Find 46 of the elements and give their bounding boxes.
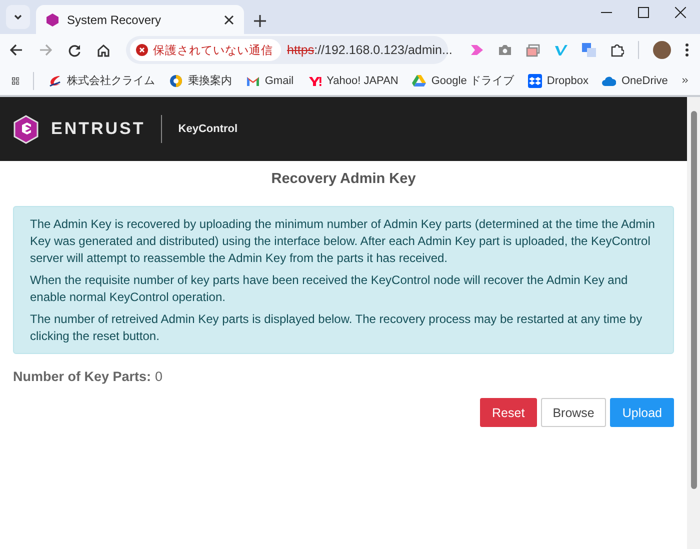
swoosh-icon bbox=[48, 74, 62, 88]
info-text: The number of retreived Admin Key parts is displayed below. The recovery process may be restarted at any time by clicking the reset button. bbox=[30, 311, 644, 345]
bookmark[interactable]: 株式会社クライム bbox=[48, 73, 155, 88]
camera-icon[interactable] bbox=[498, 44, 512, 56]
count-value: 0 bbox=[155, 369, 163, 384]
info-text: When the requisite number of key parts have been received the KeyControl node will recover the Admin Key and enable normal KeyControl operation. bbox=[30, 272, 629, 306]
puzzle-icon[interactable] bbox=[610, 43, 624, 57]
reset-button[interactable]: Reset bbox=[480, 398, 537, 427]
close-icon[interactable] bbox=[224, 14, 234, 24]
bookmark[interactable]: 乗換案内 bbox=[168, 73, 232, 88]
triangle-icon bbox=[412, 74, 426, 88]
warning-icon bbox=[136, 44, 148, 56]
box-icon bbox=[528, 74, 542, 88]
browser-tab[interactable]: System Recovery bbox=[36, 5, 244, 34]
close-icon[interactable] bbox=[675, 6, 686, 18]
profile-avatar[interactable] bbox=[653, 41, 671, 59]
tab-list-button[interactable] bbox=[6, 5, 30, 29]
security-warning[interactable]: 保護されていない通信 bbox=[130, 39, 281, 61]
apps-icon[interactable] bbox=[12, 74, 20, 86]
reload-icon[interactable] bbox=[68, 44, 81, 56]
chevron-icon[interactable] bbox=[682, 76, 688, 85]
browse-button[interactable]: Browse bbox=[540, 398, 606, 427]
new-tab-icon[interactable] bbox=[254, 15, 266, 27]
menu-icon[interactable] bbox=[685, 43, 689, 57]
page-title: Recovery Admin Key bbox=[270, 171, 417, 187]
ring-icon bbox=[168, 74, 183, 88]
bookmark[interactable]: OneDrive bbox=[602, 74, 668, 88]
bookmark[interactable]: Yahoo! JAPAN bbox=[308, 74, 398, 88]
hexagon-icon bbox=[46, 12, 59, 26]
hexagon-logo-icon bbox=[13, 114, 39, 144]
home-icon[interactable] bbox=[97, 44, 110, 56]
brand-name: ENTRUST bbox=[51, 119, 146, 139]
product-name: KeyControl bbox=[178, 123, 238, 135]
tab-title: System Recovery bbox=[67, 12, 162, 26]
windows-icon[interactable] bbox=[526, 44, 540, 56]
maximize-icon[interactable] bbox=[638, 6, 649, 18]
extension-icon[interactable] bbox=[470, 44, 484, 56]
scrollbar[interactable] bbox=[687, 97, 700, 549]
count-label: Number of Key Parts: bbox=[13, 369, 152, 384]
bookmark[interactable]: Google ドライブ bbox=[412, 73, 514, 88]
back-icon[interactable] bbox=[10, 44, 23, 56]
caret-icon bbox=[13, 12, 23, 22]
info-text: The Admin Key is recovered by uploading the minimum number of Admin Key parts (determined at the time the Admin Key was generated and distributed) using the interface below. After each Admin Key part is uploaded, the KeyControl server will attempt to reassemble the Admin Key from the parts it has received. bbox=[30, 216, 656, 267]
bookmark[interactable]: Gmail bbox=[246, 74, 294, 88]
bookmark[interactable]: Dropbox bbox=[528, 74, 588, 88]
translate-icon[interactable] bbox=[582, 43, 596, 57]
